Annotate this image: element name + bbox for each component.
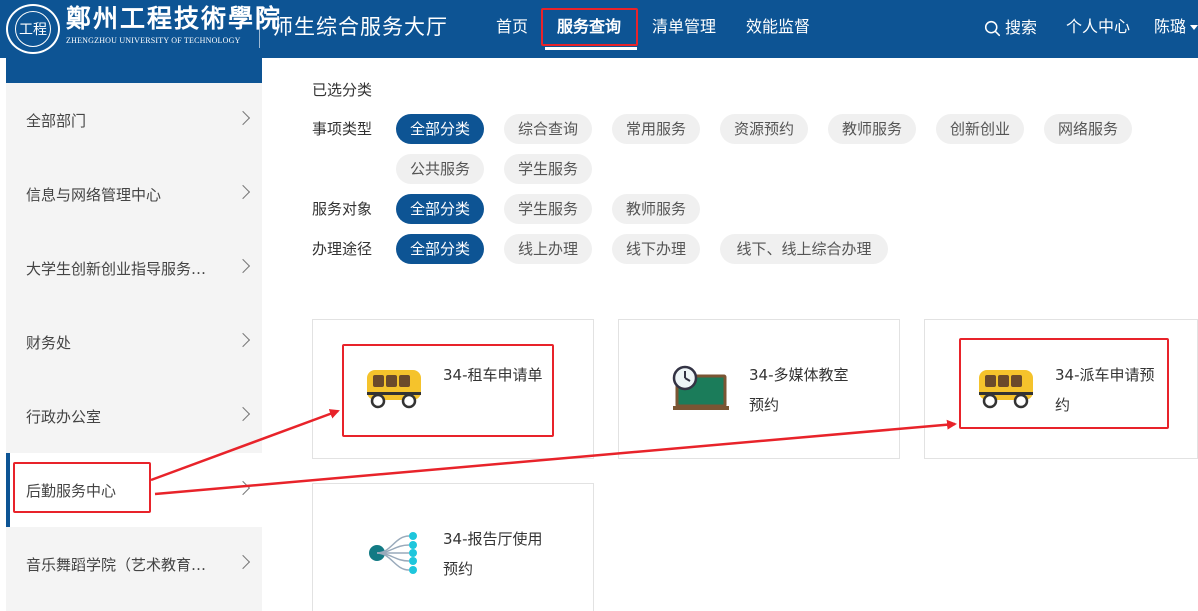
chip-target-all[interactable]: 全部分类: [396, 194, 484, 224]
nav-service-query[interactable]: 服务查询: [557, 16, 621, 38]
sidebar-item-finance[interactable]: 财务处: [6, 305, 262, 379]
sidebar-item-label: 财务处: [26, 333, 72, 352]
nav-active-underline: [545, 47, 637, 50]
selected-categories-label: 已选分类: [312, 81, 373, 99]
chip-item-type-all[interactable]: 全部分类: [396, 114, 484, 144]
chevron-right-icon: [235, 258, 251, 274]
sidebar-item-innovation-center[interactable]: 大学生创新创业指导服务中心: [6, 231, 262, 305]
header-divider: [259, 10, 260, 48]
chip-innovation[interactable]: 创新创业: [936, 114, 1024, 144]
sidebar-item-admin-office[interactable]: 行政办公室: [6, 379, 262, 453]
nav-home[interactable]: 首页: [496, 16, 528, 38]
sidebar-item-label: 后勤服务中心: [26, 481, 117, 500]
chip-comprehensive-query[interactable]: 综合查询: [504, 114, 592, 144]
service-card-dispatch-car[interactable]: 34-派车申请预约: [924, 319, 1198, 459]
sidebar-item-label: 大学生创新创业指导服务中心: [26, 259, 216, 278]
chip-target-student[interactable]: 学生服务: [504, 194, 592, 224]
emblem-center: 工程: [15, 11, 51, 47]
nav-personal-center[interactable]: 个人中心: [1066, 16, 1130, 38]
university-name-en: ZHENGZHOU UNIVERSITY OF TECHNOLOGY: [66, 36, 241, 45]
sidebar-top-strip: [6, 58, 262, 83]
chevron-right-icon: [235, 332, 251, 348]
sidebar-item-music-dance[interactable]: 音乐舞蹈学院（艺术教育中心）: [6, 527, 262, 601]
user-name-menu[interactable]: 陈璐: [1154, 16, 1186, 38]
department-sidebar: 全部部门 信息与网络管理中心 大学生创新创业指导服务中心 财务处 行政办公室 后…: [6, 58, 262, 611]
filter-label-handling-method: 办理途径: [312, 240, 373, 258]
chip-common-service[interactable]: 常用服务: [612, 114, 700, 144]
chip-teacher-service[interactable]: 教师服务: [828, 114, 916, 144]
nav-list-management[interactable]: 清单管理: [652, 16, 716, 38]
chip-student-service[interactable]: 学生服务: [504, 154, 592, 184]
search-label: 搜索: [1005, 18, 1038, 37]
chevron-right-icon: [235, 406, 251, 422]
sidebar-item-network-center[interactable]: 信息与网络管理中心: [6, 157, 262, 231]
sidebar-item-label: 行政办公室: [26, 407, 102, 426]
top-header: 工程 鄭州工程技術學院 ZHENGZHOU UNIVERSITY OF TECH…: [0, 0, 1198, 58]
chip-method-all[interactable]: 全部分类: [396, 234, 484, 264]
chip-target-teacher[interactable]: 教师服务: [612, 194, 700, 224]
chip-network-service[interactable]: 网络服务: [1044, 114, 1132, 144]
card-title: 34-多媒体教室预约: [749, 366, 849, 414]
chip-method-online[interactable]: 线上办理: [504, 234, 592, 264]
service-card-multimedia-classroom[interactable]: 34-多媒体教室预约: [618, 319, 900, 459]
chevron-right-icon: [235, 554, 251, 570]
filter-label-item-type: 事项类型: [312, 120, 373, 138]
nav-efficiency-monitor[interactable]: 效能监督: [746, 16, 810, 38]
university-emblem-logo[interactable]: 工程: [6, 4, 60, 54]
bus-icon: [367, 370, 421, 409]
sidebar-item-all-departments[interactable]: 全部部门: [6, 83, 262, 157]
service-card-rent-car[interactable]: 34-租车申请单: [312, 319, 594, 459]
search-button[interactable]: 搜索: [984, 17, 1037, 39]
university-logo-text[interactable]: 鄭州工程技術學院 ZHENGZHOU UNIVERSITY OF TECHNOL…: [66, 3, 283, 47]
sidebar-item-logistics[interactable]: 后勤服务中心: [6, 453, 262, 527]
service-card-lecture-hall[interactable]: 34-报告厅使用预约: [312, 483, 594, 611]
chip-public-service[interactable]: 公共服务: [396, 154, 484, 184]
classroom-clock-icon: [672, 365, 729, 410]
distribution-icon: [369, 532, 417, 574]
chevron-right-icon: [235, 184, 251, 200]
card-title: 34-派车申请预约: [1055, 366, 1155, 414]
sidebar-item-label: 全部部门: [26, 111, 87, 130]
chip-method-combined[interactable]: 线下、线上综合办理: [720, 234, 888, 264]
chevron-down-icon[interactable]: [1190, 25, 1198, 30]
chevron-right-icon: [235, 480, 251, 496]
chevron-right-icon: [235, 110, 251, 126]
card-title: 34-报告厅使用预约: [443, 530, 543, 578]
chip-resource-booking[interactable]: 资源预约: [720, 114, 808, 144]
filter-label-service-target: 服务对象: [312, 200, 373, 218]
sidebar-item-label: 音乐舞蹈学院（艺术教育中心）: [26, 555, 216, 574]
site-title: 师生综合服务大厅: [272, 15, 448, 39]
sidebar-item-label: 信息与网络管理中心: [26, 185, 162, 204]
bus-icon: [979, 370, 1033, 409]
card-title: 34-租车申请单: [443, 366, 543, 384]
chip-method-offline[interactable]: 线下办理: [612, 234, 700, 264]
search-icon: [984, 20, 1001, 36]
university-name-cn: 鄭州工程技術學院: [66, 4, 283, 33]
